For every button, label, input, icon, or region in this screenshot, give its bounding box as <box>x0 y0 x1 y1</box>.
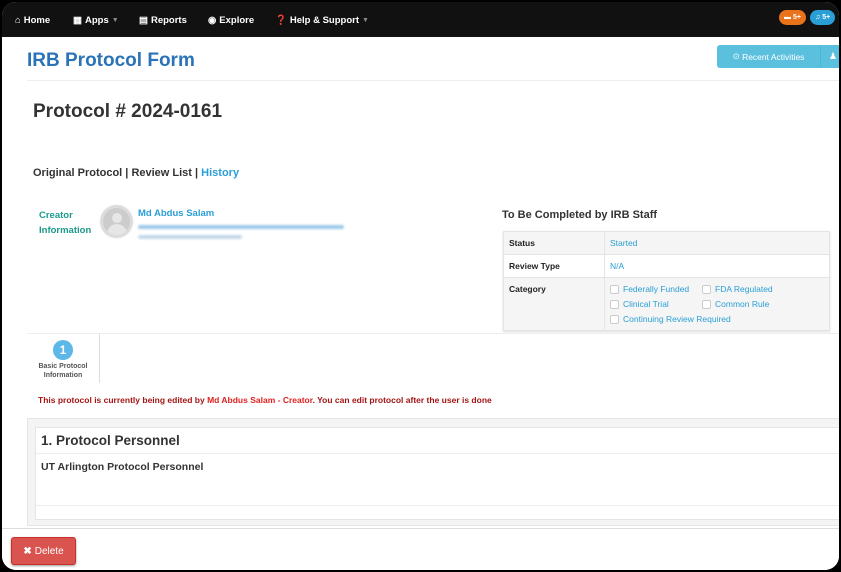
nav-apps[interactable]: ▦ Apps ▼ <box>73 15 119 26</box>
caret-down-icon: ▼ <box>111 17 119 24</box>
original-protocol-link[interactable]: Original Protocol <box>33 167 122 179</box>
divider <box>36 453 839 454</box>
irb-staff-table: Status Started Review Type N/A Category Fe… <box>503 231 830 331</box>
nav-help[interactable]: ❓ Help & Support ▼ <box>275 15 369 26</box>
divider <box>36 505 839 506</box>
divider <box>27 333 839 334</box>
checkbox-clinical-trial[interactable]: Clinical Trial <box>610 299 698 309</box>
table-row: Review Type N/A <box>503 254 830 278</box>
checkbox-common-rule[interactable]: Common Rule <box>702 299 769 309</box>
protocol-number: Protocol # 2024-0161 <box>33 101 223 122</box>
question-icon: ❓ <box>275 15 287 26</box>
table-row: Category Federally Funded FDA Regulated C… <box>503 277 830 331</box>
caret-down-icon: ▼ <box>361 17 369 24</box>
redacted-contact <box>138 235 242 239</box>
creator-name[interactable]: Md Abdus Salam <box>138 208 214 219</box>
editing-lock-message: This protocol is currently being edited … <box>38 395 492 405</box>
top-navbar: ⌂ Home ▦ Apps ▼ ▤ Reports ◉ Explore ❓ Help & S… <box>2 2 839 37</box>
grid-icon: ▦ <box>73 15 82 26</box>
page-title: IRB Protocol Form <box>27 50 195 71</box>
section-subtitle: UT Arlington Protocol Personnel <box>41 461 204 473</box>
step-number: 1 <box>53 340 73 360</box>
divider <box>27 80 839 81</box>
checkbox-federally-funded[interactable]: Federally Funded <box>610 284 698 294</box>
history-link[interactable]: History <box>201 167 239 179</box>
checkbox-fda-regulated[interactable]: FDA Regulated <box>702 284 773 294</box>
table-row: Status Started <box>503 231 830 255</box>
redacted-affiliation <box>138 225 344 229</box>
nav-explore[interactable]: ◉ Explore <box>208 15 254 26</box>
footer-bar <box>2 528 839 570</box>
user-button[interactable]: ♟ <box>821 45 839 68</box>
section-title: 1. Protocol Personnel <box>41 433 180 448</box>
review-list-link[interactable]: Review List <box>131 167 192 179</box>
globe-icon: ◉ <box>208 15 217 26</box>
nav-home[interactable]: ⌂ Home <box>15 15 50 26</box>
table-icon: ▤ <box>139 15 148 26</box>
bell-icon: ♫ <box>815 14 821 21</box>
recent-activities-button[interactable]: ⊙ Recent Activities <box>717 45 821 68</box>
clock-icon: ⊙ <box>732 51 740 61</box>
app-window: ⌂ Home ▦ Apps ▼ ▤ Reports ◉ Explore ❓ Help & S… <box>2 2 839 570</box>
creator-label: Creator Information <box>39 210 92 236</box>
tab-basic-protocol-information[interactable]: 1 Basic Protocol Information <box>27 334 100 383</box>
avatar <box>101 206 132 237</box>
nav-reports[interactable]: ▤ Reports <box>139 15 187 26</box>
protocol-links: Original Protocol | Review List | Histor… <box>33 167 240 179</box>
home-icon: ⌂ <box>15 15 21 26</box>
checkbox-continuing-review[interactable]: Continuing Review Required <box>610 314 731 324</box>
review-type-value: N/A <box>604 254 830 278</box>
status-value: Started <box>604 231 830 255</box>
delete-button[interactable]: ✖ Delete <box>11 537 76 565</box>
envelope-icon: ▬ <box>784 14 791 21</box>
irb-staff-heading: To Be Completed by IRB Staff <box>502 209 658 221</box>
notifications-badge[interactable]: ♫ 5+ <box>810 10 836 25</box>
user-icon: ♟ <box>829 51 838 61</box>
messages-badge[interactable]: ▬ 5+ <box>779 10 806 25</box>
close-icon: ✖ <box>23 545 32 557</box>
